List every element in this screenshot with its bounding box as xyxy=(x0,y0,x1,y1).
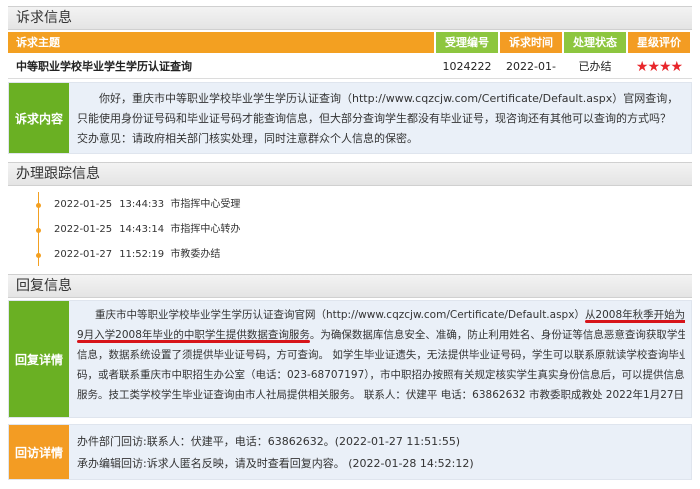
tracking-event: 市指挥中心转办 xyxy=(170,224,241,235)
tracking-event: 市教委办结 xyxy=(170,249,221,260)
header-subject: 诉求主题 xyxy=(8,32,434,53)
revisit-detail-label: 回访详情 xyxy=(9,425,69,479)
revisit-detail-text: 办件部门回访:联系人：伏建平，电话：63862632。(2022-01-27 1… xyxy=(77,431,685,475)
tracking-time: 14:43:14 xyxy=(119,224,165,235)
tracking-item: 2022-01-25 14:43:14 市指挥中心转办 xyxy=(36,223,241,237)
tracking-item: 2022-01-25 13:44:33 市指挥中心受理 xyxy=(36,198,241,212)
complaint-time: 2022-01-25 xyxy=(506,60,556,97)
reply-section-title: 回复信息 xyxy=(8,274,692,298)
tracking-time: 11:52:19 xyxy=(119,249,165,260)
red-underline xyxy=(584,320,685,323)
revisit-line-2: 承办编辑回访:诉求人匿名反映，请及时查看回复内容。 (2022-01-28 14… xyxy=(77,457,474,470)
reply-text-part: 重庆市中等职业学校毕业学生学历认证查询官网（http://www.cqzcjw.… xyxy=(95,309,585,321)
reply-line-5: 服务。技工类学校学生毕业证查询由市人社局提供相关服务。 联系人：伏建平 电话：6… xyxy=(77,389,685,401)
complaint-content-text: 你好，重庆市中等职业学校毕业学生学历认证查询（http://www.cqzcjw… xyxy=(77,92,679,145)
complaint-content-label: 诉求内容 xyxy=(9,83,69,153)
reply-detail-block: 回复详情 重庆市中等职业学校毕业学生学历认证查询官网（http://www.cq… xyxy=(8,300,692,418)
tracking-date: 2022-01-25 xyxy=(54,224,113,235)
tracking-event: 市指挥中心受理 xyxy=(170,199,241,210)
complaint-subject: 中等职业学校毕业学生学历认证查询 xyxy=(16,60,192,73)
tracking-date: 2022-01-27 xyxy=(54,249,113,260)
reply-highlight: 从2008年秋季开始为2005年 xyxy=(584,309,685,323)
revisit-detail-block: 回访详情 办件部门回访:联系人：伏建平，电话：63862632。(2022-01… xyxy=(8,424,692,480)
reply-detail-text: 重庆市中等职业学校毕业学生学历认证查询官网（http://www.cqzcjw.… xyxy=(77,305,685,405)
reply-line-2: 9月入学2008年毕业的中职学生提供数据查询服务 。为确保数据库信息安全、准确，防… xyxy=(77,325,685,345)
red-underline xyxy=(77,340,310,343)
complaint-id: 1024222 xyxy=(442,60,492,73)
header-status: 处理状态 xyxy=(564,32,626,53)
reply-line-3: 信息，数据系统设置了须提供毕业证号码，方可查询。 如学生毕业证遗失，无法提供毕业… xyxy=(77,349,685,361)
timeline-dot-icon xyxy=(36,253,41,258)
timeline-dot-icon xyxy=(36,203,41,208)
revisit-line-1: 办件部门回访:联系人：伏建平，电话：63862632。(2022-01-27 1… xyxy=(77,435,461,448)
tracking-date: 2022-01-25 xyxy=(54,199,113,210)
header-rating: 星级评价 xyxy=(628,32,690,53)
tracking-time: 13:44:33 xyxy=(119,199,165,210)
reply-highlight: 9月入学2008年毕业的中职学生提供数据查询服务 xyxy=(77,329,310,343)
reply-line-1: 重庆市中等职业学校毕业学生学历认证查询官网（http://www.cqzcjw.… xyxy=(77,305,685,325)
tracking-section-title: 办理跟踪信息 xyxy=(8,162,692,186)
table-row: 中等职业学校毕业学生学历认证查询 1024222 2022-01-25 已办结 … xyxy=(8,55,692,97)
reply-text-part: 。为确保数据库信息安全、准确，防止利用姓名、身份证等信息恶意查询获取学生个人 xyxy=(309,329,685,341)
table-header: 诉求主题 受理编号 诉求时间 处理状态 星级评价 xyxy=(8,32,692,53)
header-time: 诉求时间 xyxy=(500,32,562,53)
tracking-item: 2022-01-27 11:52:19 市教委办结 xyxy=(36,248,221,262)
header-id: 受理编号 xyxy=(436,32,498,53)
complaint-content-block: 诉求内容 你好，重庆市中等职业学校毕业学生学历认证查询（http://www.c… xyxy=(8,82,692,154)
complaint-status: 已办结 xyxy=(578,60,612,73)
timeline-dot-icon xyxy=(36,228,41,233)
complaint-section-title: 诉求信息 xyxy=(8,6,692,30)
rating-stars: ★★★★ xyxy=(635,59,683,75)
reply-line-4: 码，或者联系重庆市中职招生办公室（电话：023-68707197），市中职招办按… xyxy=(77,369,685,381)
tracking-timeline: 2022-01-25 13:44:33 市指挥中心受理 2022-01-25 1… xyxy=(8,186,692,270)
reply-detail-label: 回复详情 xyxy=(9,301,69,417)
